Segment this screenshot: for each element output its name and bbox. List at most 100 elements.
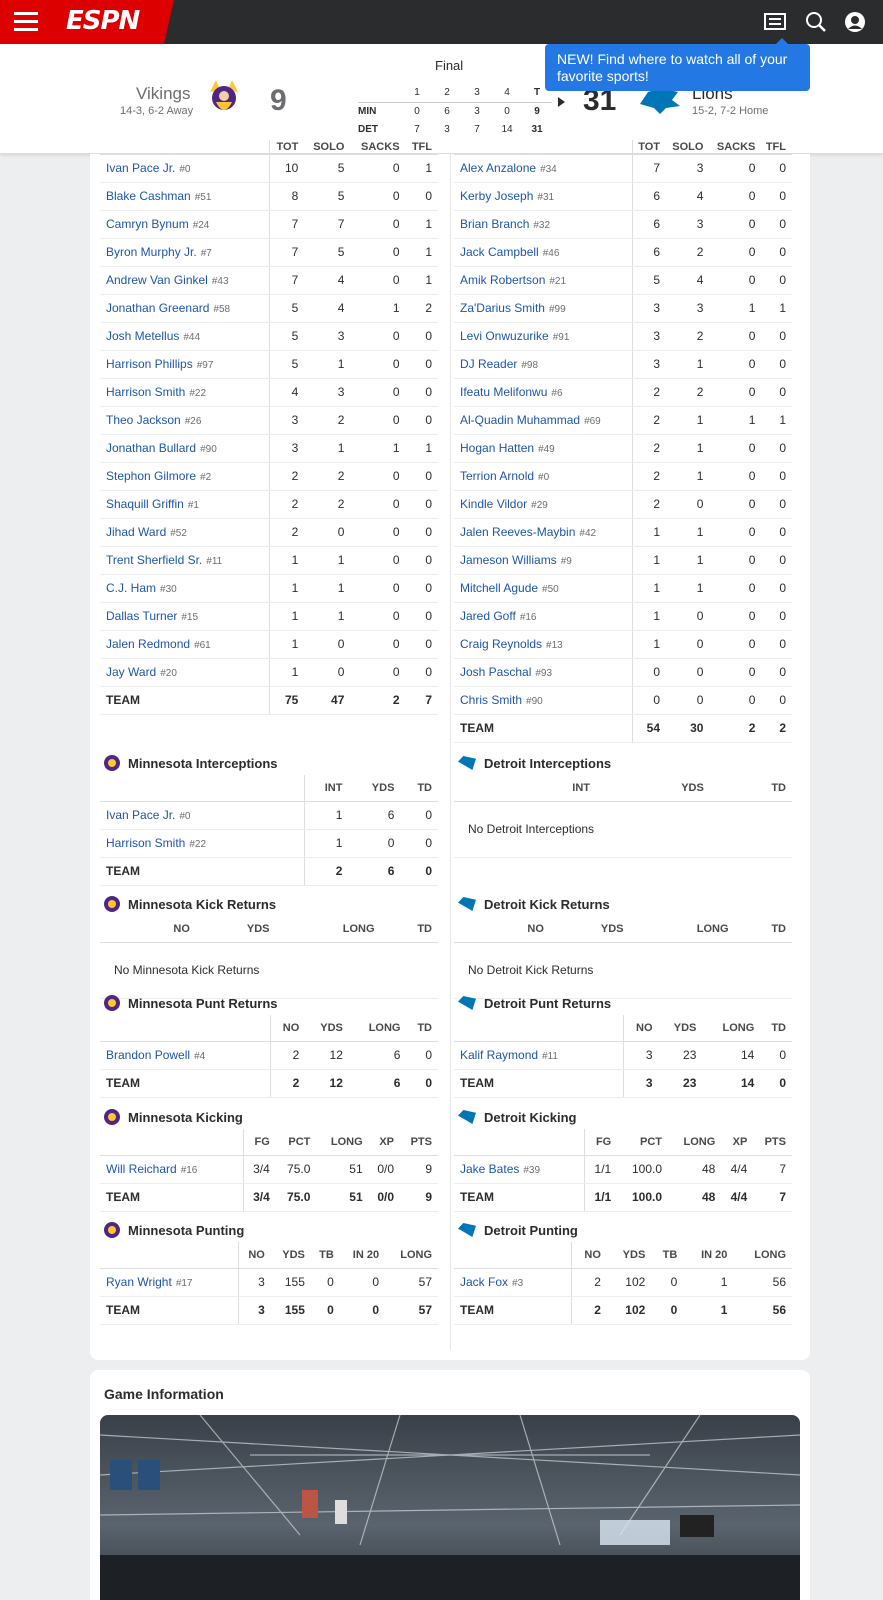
player-link-dj-reader[interactable]: DJ Reader: [460, 357, 517, 371]
player-link-harrison-phillips[interactable]: Harrison Phillips: [106, 357, 193, 371]
player-link-josh-paschal[interactable]: Josh Paschal: [460, 665, 531, 679]
stat-cell: 47: [304, 686, 351, 715]
jersey-number: #91: [552, 332, 570, 343]
player-row: Shaquill Griffin #1 2 2 0 0: [100, 490, 438, 519]
player-cell: Brian Branch #32: [454, 210, 634, 239]
stat-cell: 1: [632, 574, 667, 603]
section-title: Minnesota Punting: [128, 1222, 245, 1238]
player-link-jack-fox[interactable]: Jack Fox: [460, 1275, 508, 1289]
column-header: [100, 775, 305, 802]
player-cell: Craig Reynolds #13: [454, 630, 634, 659]
player-link-jack-campbell[interactable]: Jack Campbell: [460, 245, 539, 259]
player-link-blake-cashman[interactable]: Blake Cashman: [106, 189, 191, 203]
stat-cell: 1: [350, 294, 406, 323]
stat-cell: 0: [350, 546, 406, 575]
player-link-harrison-smith[interactable]: Harrison Smith: [106, 385, 185, 399]
player-link-ifeatu-melifonwu[interactable]: Ifeatu Melifonwu: [460, 385, 547, 399]
stat-cell: 0: [761, 266, 792, 295]
stat-cell: 0: [405, 350, 438, 379]
player-link-jay-ward[interactable]: Jay Ward: [106, 665, 156, 679]
jersey-number: #99: [548, 304, 566, 315]
column-header: YDS: [658, 1015, 703, 1042]
away-team-name[interactable]: Vikings: [136, 84, 191, 104]
watch-tooltip[interactable]: NEW! Find where to watch all of your fav…: [545, 38, 810, 91]
player-link-jonathan-greenard[interactable]: Jonathan Greenard: [106, 301, 209, 315]
stats-table: NO YDS LONG TD Brandon Powell #4 2 12 6 0 TEAM 2 12 6…: [100, 1015, 438, 1098]
player-link-byron-murphy-jr[interactable]: Byron Murphy Jr.: [106, 245, 197, 259]
player-link-jake-bates[interactable]: Jake Bates: [460, 1162, 519, 1176]
player-link-camryn-bynum[interactable]: Camryn Bynum: [106, 217, 189, 231]
stat-cell: 2: [632, 490, 667, 519]
player-link-hogan-hatten[interactable]: Hogan Hatten: [460, 441, 534, 455]
player-cell: Terrion Arnold #0: [454, 462, 634, 491]
scoreboard-icon[interactable]: [764, 11, 786, 33]
stat-cell: 0: [761, 546, 792, 575]
player-link-jonathan-bullard[interactable]: Jonathan Bullard: [106, 441, 196, 455]
player-link-harrison-smith[interactable]: Harrison Smith: [106, 836, 185, 850]
player-link-levi-onwuzurike[interactable]: Levi Onwuzurike: [460, 329, 549, 343]
stat-cell: 1/1: [584, 1183, 618, 1212]
vikings-logo[interactable]: [206, 78, 242, 118]
column-header: YDS: [606, 1242, 652, 1269]
player-link-ivan-pace-jr[interactable]: Ivan Pace Jr.: [106, 161, 175, 175]
player-cell: Ivan Pace Jr. #0: [100, 801, 305, 830]
jersey-number: #97: [196, 360, 214, 371]
player-link-jalen-reeves-maybin[interactable]: Jalen Reeves-Maybin: [460, 525, 575, 539]
jersey-number: #69: [584, 416, 601, 427]
player-row: Chris Smith #90 0 0 0 0: [454, 686, 792, 715]
player-link-mitchell-agude[interactable]: Mitchell Agude: [460, 581, 538, 595]
column-header: PTS: [753, 1129, 792, 1156]
player-link-jared-goff[interactable]: Jared Goff: [460, 609, 516, 623]
profile-icon[interactable]: [844, 11, 866, 33]
stat-cell: 6: [632, 210, 667, 239]
player-link-craig-reynolds[interactable]: Craig Reynolds: [460, 637, 542, 651]
column-header: PCT: [617, 1129, 669, 1156]
player-link-jihad-ward[interactable]: Jihad Ward: [106, 525, 166, 539]
search-icon[interactable]: [805, 11, 827, 33]
stat-cell: 0: [405, 602, 438, 631]
stat-cell: 100.0: [617, 1155, 669, 1184]
team-label: TEAM: [454, 1296, 572, 1325]
player-link-brian-branch[interactable]: Brian Branch: [460, 217, 529, 231]
player-link-jalen-redmond[interactable]: Jalen Redmond: [106, 637, 190, 651]
player-link-trent-sherfield-sr[interactable]: Trent Sherfield Sr.: [106, 553, 202, 567]
player-link-brandon-powell[interactable]: Brandon Powell: [106, 1048, 190, 1062]
player-link-kerby-joseph[interactable]: Kerby Joseph: [460, 189, 533, 203]
player-link-jameson-williams[interactable]: Jameson Williams: [460, 553, 557, 567]
player-link-josh-metellus[interactable]: Josh Metellus: [106, 329, 179, 343]
player-cell: Mitchell Agude #50: [454, 574, 634, 603]
stat-cell: 10: [269, 154, 305, 183]
player-cell: Blake Cashman #51: [100, 182, 270, 211]
player-link-dallas-turner[interactable]: Dallas Turner: [106, 609, 177, 623]
stat-cell: 75: [269, 686, 305, 715]
espn-logo[interactable]: ESPN: [66, 6, 140, 36]
section-header: Detroit Kick Returns: [454, 892, 792, 916]
player-cell: Jihad Ward #52: [100, 518, 270, 547]
player-link-ryan-wright[interactable]: Ryan Wright: [106, 1275, 172, 1289]
menu-icon[interactable]: [14, 12, 38, 32]
player-link-terrion-arnold[interactable]: Terrion Arnold: [460, 469, 534, 483]
player-link-kindle-vildor[interactable]: Kindle Vildor: [460, 497, 527, 511]
minnesota-defense: TOT SOLO SACKS TFL Ivan Pace Jr. #0 10 5 0 1 Blak…: [100, 140, 438, 715]
stat-cell: 0: [348, 829, 401, 858]
player-link-c-j-ham[interactable]: C.J. Ham: [106, 581, 156, 595]
player-link-shaquill-griffin[interactable]: Shaquill Griffin: [106, 497, 184, 511]
player-link-alex-anzalone[interactable]: Alex Anzalone: [460, 161, 536, 175]
stat-cell: 1/1: [584, 1155, 618, 1184]
player-link-amik-robertson[interactable]: Amik Robertson: [460, 273, 545, 287]
player-link-kalif-raymond[interactable]: Kalif Raymond: [460, 1048, 538, 1062]
player-link-ivan-pace-jr[interactable]: Ivan Pace Jr.: [106, 808, 175, 822]
player-link-theo-jackson[interactable]: Theo Jackson: [106, 413, 181, 427]
player-link-stephon-gilmore[interactable]: Stephon Gilmore: [106, 469, 196, 483]
stat-cell: 0: [709, 518, 762, 547]
player-link-will-reichard[interactable]: Will Reichard: [106, 1162, 177, 1176]
player-link-chris-smith[interactable]: Chris Smith: [460, 693, 522, 707]
player-link-za-darius-smith[interactable]: Za'Darius Smith: [460, 301, 545, 315]
stat-cell: 4: [304, 294, 351, 323]
stat-cell: 7: [753, 1183, 792, 1212]
stat-cell: 3: [304, 378, 351, 407]
column-header: YDS: [348, 775, 401, 802]
player-link-al-quadin-muhammad[interactable]: Al-Quadin Muhammad: [460, 413, 580, 427]
team-total-row: TEAM 2 102 0 1 56: [454, 1296, 792, 1325]
player-link-andrew-van-ginkel[interactable]: Andrew Van Ginkel: [106, 273, 208, 287]
